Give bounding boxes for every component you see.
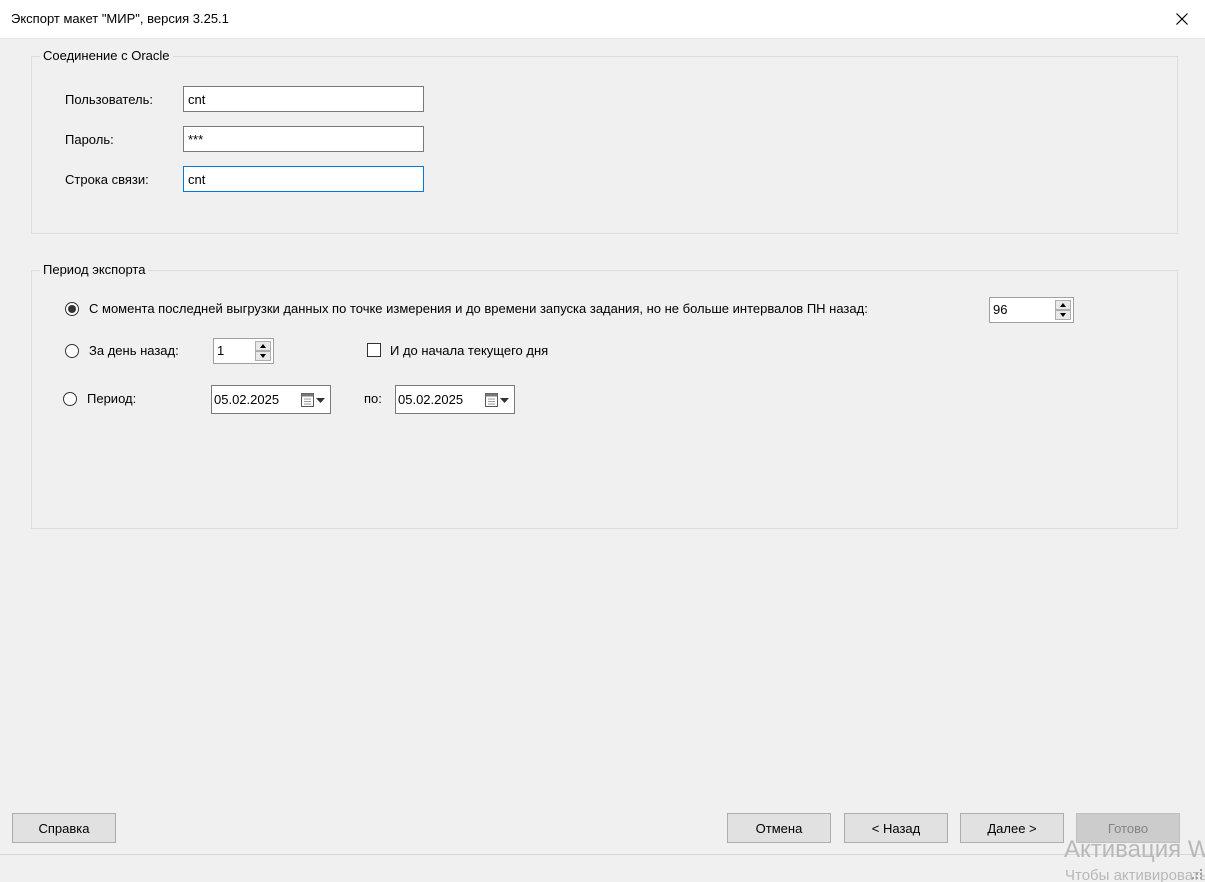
- cancel-button[interactable]: Отмена: [727, 813, 831, 843]
- resize-grip-icon[interactable]: [1192, 869, 1203, 880]
- help-button[interactable]: Справка: [12, 813, 116, 843]
- window-title: Экспорт макет "МИР", версия 3.25.1: [11, 11, 229, 26]
- period-group-legend: Период экспорта: [40, 262, 149, 278]
- date-to-picker[interactable]: 05.02.2025: [395, 385, 515, 414]
- days-spinner[interactable]: 1: [213, 338, 274, 364]
- days-up-button[interactable]: [255, 341, 271, 351]
- password-label: Пароль:: [65, 132, 114, 147]
- arrow-up-icon: [260, 344, 266, 348]
- close-icon: [1176, 13, 1188, 25]
- user-label: Пользователь:: [65, 92, 153, 107]
- intervals-spinner[interactable]: 96: [989, 297, 1074, 323]
- close-button[interactable]: [1159, 0, 1205, 38]
- radio-last-export[interactable]: [65, 302, 79, 316]
- date-from-picker[interactable]: 05.02.2025: [211, 385, 331, 414]
- next-button[interactable]: Далее >: [960, 813, 1064, 843]
- radio-last-export-label: С момента последней выгрузки данных по т…: [89, 301, 868, 316]
- chevron-down-icon[interactable]: [316, 398, 325, 403]
- date-to-label: по:: [364, 391, 382, 406]
- connection-string-label: Строка связи:: [65, 172, 149, 187]
- password-input[interactable]: [183, 126, 424, 152]
- finish-button: Готово: [1076, 813, 1180, 843]
- until-day-start-label: И до начала текущего дня: [390, 343, 549, 358]
- back-button[interactable]: < Назад: [844, 813, 948, 843]
- radio-period[interactable]: [63, 392, 77, 406]
- days-value: 1: [217, 343, 225, 358]
- days-down-button[interactable]: [255, 351, 271, 361]
- radio-day-back[interactable]: [65, 344, 79, 358]
- arrow-down-icon: [1060, 313, 1066, 317]
- date-to-value: 05.02.2025: [398, 392, 464, 407]
- intervals-down-button[interactable]: [1055, 310, 1071, 320]
- bottom-separator: [0, 854, 1205, 855]
- connection-string-input[interactable]: [183, 166, 424, 192]
- user-input[interactable]: [183, 86, 424, 112]
- title-bar: Экспорт макет "МИР", версия 3.25.1: [0, 0, 1205, 39]
- until-day-start-checkbox[interactable]: [367, 343, 381, 357]
- intervals-up-button[interactable]: [1055, 300, 1071, 310]
- arrow-up-icon: [1060, 303, 1066, 307]
- radio-period-label: Период:: [87, 391, 137, 406]
- activation-watermark-text: Чтобы активировать Windows, перейдите в …: [1065, 867, 1205, 882]
- oracle-group-legend: Соединение с Oracle: [40, 48, 173, 64]
- arrow-down-icon: [260, 354, 266, 358]
- calendar-icon[interactable]: [301, 392, 314, 407]
- intervals-value: 96: [993, 302, 1008, 317]
- date-from-value: 05.02.2025: [214, 392, 280, 407]
- calendar-icon[interactable]: [485, 392, 498, 407]
- chevron-down-icon[interactable]: [500, 398, 509, 403]
- radio-day-back-label: За день назад:: [89, 343, 179, 358]
